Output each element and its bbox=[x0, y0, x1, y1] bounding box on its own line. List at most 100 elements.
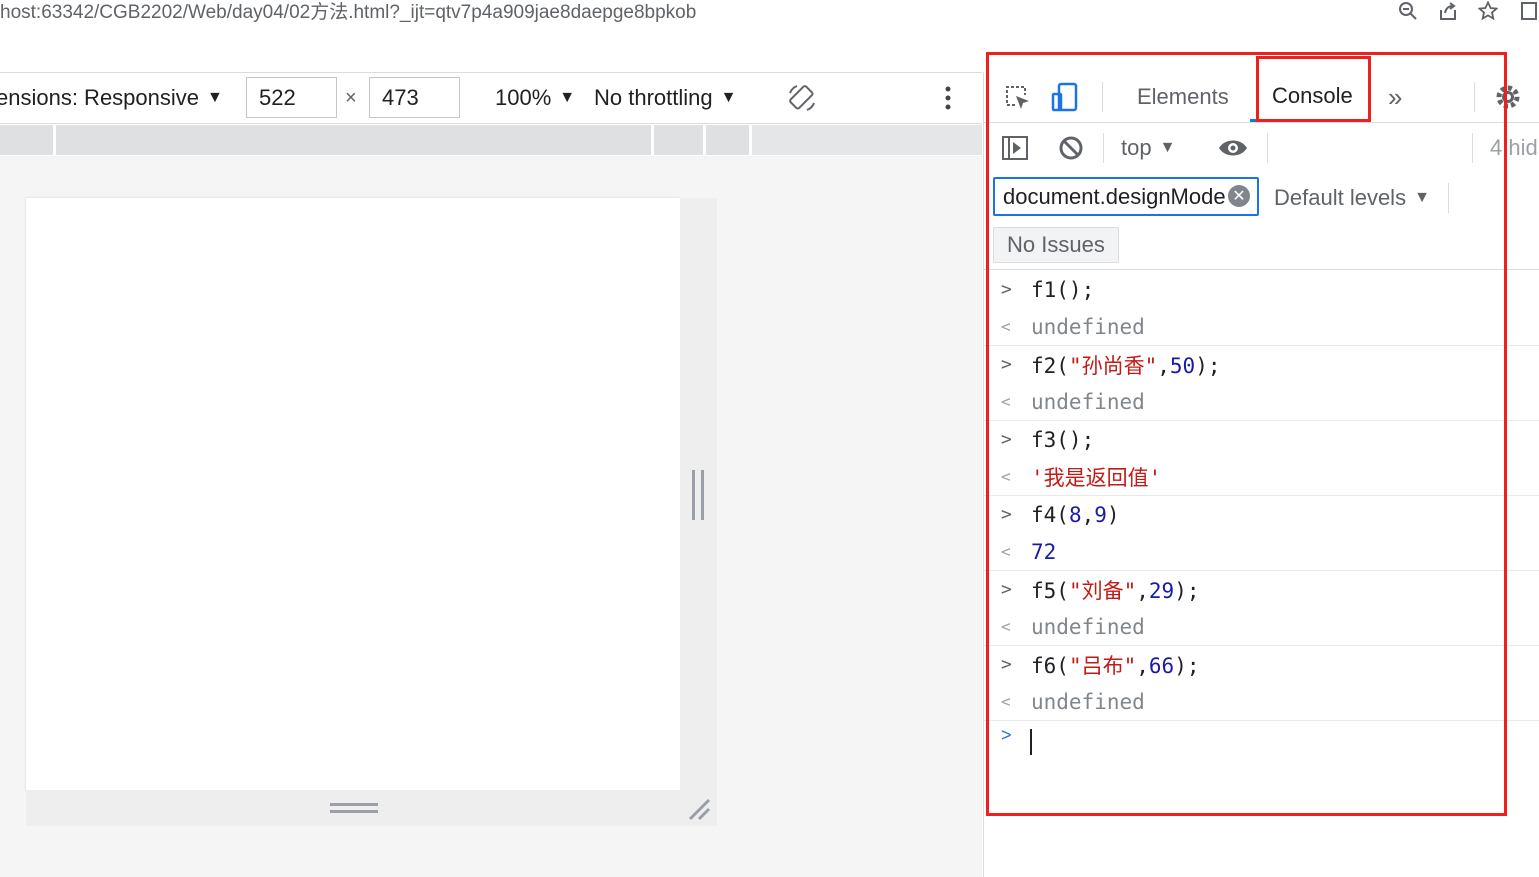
zoom-dropdown[interactable]: 100% ▼ bbox=[495, 73, 575, 123]
toolbar-divider bbox=[1474, 82, 1475, 112]
console-entry: > f3(); < '我是返回值' bbox=[984, 421, 1539, 496]
code-token: undefined bbox=[1031, 389, 1145, 414]
tab-elements[interactable]: Elements bbox=[1137, 72, 1229, 122]
console-result-value: undefined bbox=[1031, 315, 1145, 339]
result-arrow-icon: < bbox=[1001, 692, 1011, 711]
tab-console[interactable]: Console bbox=[1250, 72, 1368, 122]
zoom-icon[interactable] bbox=[1397, 0, 1419, 22]
console-filter-input[interactable]: document.designMode bbox=[993, 177, 1259, 216]
code-token: "刘备" bbox=[1068, 578, 1137, 603]
show-sidebar-icon[interactable] bbox=[1000, 123, 1030, 173]
chevron-right-icon: > bbox=[1001, 654, 1012, 675]
clear-console-icon[interactable] bbox=[1056, 123, 1086, 173]
device-toolbar: ensions: Responsive ▼ 522 × 473 100% ▼ N… bbox=[0, 72, 982, 124]
console-input-line[interactable]: > f3(); bbox=[984, 421, 1539, 458]
times-symbol: × bbox=[345, 86, 357, 109]
media-query-segment[interactable] bbox=[654, 125, 706, 155]
media-query-segment[interactable] bbox=[0, 125, 56, 155]
more-options-icon[interactable] bbox=[937, 73, 959, 123]
viewport-height-resize-handle[interactable] bbox=[26, 790, 717, 826]
device-viewport-area bbox=[0, 156, 982, 877]
chevron-right-icon: > bbox=[1001, 429, 1012, 450]
caret-down-icon: ▼ bbox=[1159, 139, 1176, 156]
code-token: 9 bbox=[1094, 502, 1107, 527]
throttling-dropdown[interactable]: No throttling ▼ bbox=[594, 73, 736, 123]
live-expression-eye-icon[interactable] bbox=[1217, 123, 1249, 173]
console-messages[interactable]: > f1(); < undefined > f2("孙尚香",50); < undefined… bbox=[984, 271, 1539, 761]
more-tabs-icon[interactable]: » bbox=[1388, 72, 1402, 122]
address-bar-actions bbox=[1397, 0, 1539, 22]
console-input-line[interactable]: > f2("孙尚香",50); bbox=[984, 346, 1539, 383]
console-result-line[interactable]: < undefined bbox=[984, 608, 1539, 645]
code-token: , bbox=[1157, 353, 1170, 378]
console-result-line[interactable]: < undefined bbox=[984, 383, 1539, 420]
code-token: f4( bbox=[1031, 502, 1069, 527]
context-selector[interactable]: top ▼ bbox=[1121, 123, 1175, 173]
media-query-segment[interactable] bbox=[706, 125, 752, 155]
code-token: undefined bbox=[1031, 689, 1145, 714]
page-viewport[interactable] bbox=[26, 198, 680, 790]
code-token: '我是返回值' bbox=[1031, 465, 1162, 490]
code-token: 72 bbox=[1031, 539, 1057, 564]
media-query-segment[interactable] bbox=[56, 125, 654, 155]
chevron-right-icon: > bbox=[1001, 279, 1012, 300]
log-levels-dropdown[interactable]: Default levels ▼ bbox=[1274, 173, 1430, 223]
code-token: f5( bbox=[1031, 578, 1069, 603]
code-token: f3(); bbox=[1031, 427, 1095, 452]
device-toolbar-toggle-icon[interactable] bbox=[1050, 72, 1080, 122]
dimensions-dropdown[interactable]: ensions: Responsive ▼ bbox=[0, 73, 223, 123]
console-input-line[interactable]: > f1(); bbox=[984, 271, 1539, 308]
console-result-line[interactable]: < '我是返回值' bbox=[984, 458, 1539, 495]
code-token: 50 bbox=[1169, 353, 1196, 378]
result-arrow-icon: < bbox=[1001, 392, 1011, 411]
viewport-width-resize-handle[interactable] bbox=[680, 198, 717, 790]
sidebar-panel-icon[interactable] bbox=[1517, 0, 1539, 22]
code-token: , bbox=[1136, 653, 1149, 678]
caret-down-icon: ▼ bbox=[720, 89, 737, 106]
code-token: 8 bbox=[1068, 502, 1082, 527]
bookmark-star-icon[interactable] bbox=[1477, 0, 1499, 22]
settings-gear-icon[interactable] bbox=[1493, 72, 1523, 122]
toolbar-divider bbox=[1102, 82, 1103, 112]
devtools-panel: Elements Console » top ▼ 4 hid document.… bbox=[983, 72, 1539, 877]
code-token: ) bbox=[1106, 502, 1120, 527]
result-arrow-icon: < bbox=[1001, 617, 1011, 636]
result-arrow-icon: < bbox=[1001, 467, 1011, 486]
clear-filter-icon[interactable]: ✕ bbox=[1228, 185, 1250, 207]
console-result-line[interactable]: <72 bbox=[984, 533, 1539, 570]
devtools-tab-bar: Elements Console » bbox=[984, 72, 1539, 123]
hidden-messages-count[interactable]: 4 hid bbox=[1490, 123, 1538, 173]
share-icon[interactable] bbox=[1437, 0, 1459, 22]
console-result-value: undefined bbox=[1031, 690, 1145, 714]
height-input[interactable]: 473 bbox=[369, 77, 460, 118]
inspect-element-icon[interactable] bbox=[1002, 72, 1032, 122]
issues-button[interactable]: No Issues bbox=[993, 227, 1119, 263]
corner-resize-icon[interactable] bbox=[686, 796, 712, 822]
code-token: f6( bbox=[1031, 653, 1069, 678]
console-result-value: 72 bbox=[1031, 540, 1056, 564]
code-token: , bbox=[1081, 502, 1095, 527]
address-bar[interactable]: host:63342/CGB2202/Web/day04/02方法.html?_… bbox=[0, 0, 1539, 26]
console-input-line[interactable]: > f5("刘备",29); bbox=[984, 571, 1539, 608]
url-text[interactable]: host:63342/CGB2202/Web/day04/02方法.html?_… bbox=[0, 0, 696, 24]
console-result-value: undefined bbox=[1031, 390, 1145, 414]
toolbar-divider bbox=[1103, 133, 1104, 163]
width-input[interactable]: 522 bbox=[246, 77, 337, 118]
console-entry: > f1(); < undefined bbox=[984, 271, 1539, 346]
console-input-line[interactable]: > f6("吕布",66); bbox=[984, 646, 1539, 683]
console-input-code: f5("刘备",29); bbox=[1031, 575, 1199, 605]
console-result-line[interactable]: < undefined bbox=[984, 683, 1539, 720]
console-entry: > f2("孙尚香",50); < undefined bbox=[984, 346, 1539, 421]
console-entry: > f5("刘备",29); < undefined bbox=[984, 571, 1539, 646]
result-arrow-icon: < bbox=[1001, 317, 1011, 336]
rotate-icon[interactable] bbox=[786, 73, 818, 123]
console-result-line[interactable]: < undefined bbox=[984, 308, 1539, 345]
code-token: 66 bbox=[1148, 653, 1175, 678]
console-prompt[interactable]: > bbox=[984, 721, 1539, 761]
chevron-right-icon: > bbox=[1001, 354, 1012, 375]
code-token: undefined bbox=[1031, 314, 1145, 339]
media-query-bar[interactable] bbox=[0, 125, 982, 155]
console-input-line[interactable]: > f4(8,9) bbox=[984, 496, 1539, 533]
code-token: "吕布" bbox=[1068, 653, 1137, 678]
code-token: ); bbox=[1195, 353, 1221, 378]
